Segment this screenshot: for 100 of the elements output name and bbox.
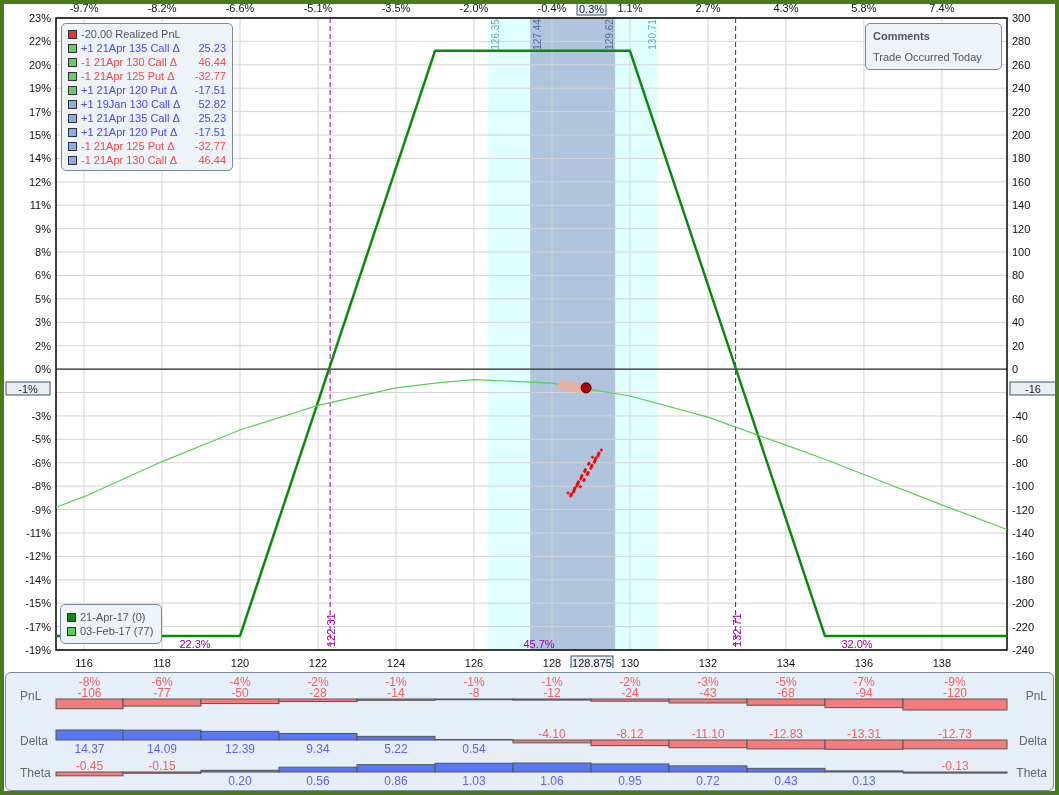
- right-axis-label: -220: [1012, 620, 1035, 633]
- legend-label: +1 21Apr 120 Put Δ: [81, 125, 178, 139]
- top-axis-label: -5.1%: [303, 4, 333, 14]
- left-axis-label: 23%: [28, 12, 51, 24]
- breakeven-label: 122.31: [325, 613, 338, 647]
- left-axis-label: -14%: [25, 573, 51, 586]
- left-axis-label: -3%: [31, 409, 51, 422]
- legend-label: 03-Feb-17 (77): [80, 624, 154, 638]
- left-axis-label: 8%: [35, 246, 51, 259]
- value-label: -0.13: [941, 759, 969, 773]
- x-axis-label: 138: [932, 657, 952, 668]
- left-axis-label: 9%: [35, 222, 51, 235]
- left-axis-label: 5%: [35, 292, 51, 305]
- left-axis-label: -17%: [25, 620, 51, 633]
- row-label: Theta: [1016, 766, 1047, 780]
- value-label: 14.09: [147, 742, 177, 756]
- right-axis-label: 60: [1012, 292, 1025, 305]
- legend-value: 46.44: [198, 55, 226, 69]
- top-axis-label: -6.6%: [225, 4, 255, 14]
- legend-value: 25.23: [198, 111, 226, 125]
- value-label: -77: [153, 686, 171, 700]
- value-label: 0.95: [618, 774, 642, 788]
- value-label: -8: [468, 686, 480, 700]
- percent-label: -6%: [151, 675, 173, 689]
- percent-label: -5%: [775, 675, 797, 689]
- x-axis-label: 126: [464, 657, 484, 668]
- range-label: 127.44: [532, 19, 544, 50]
- x-axis-label: 122: [308, 657, 328, 668]
- right-axis-label: 300: [1012, 12, 1031, 24]
- x-axis-label: 120: [230, 657, 250, 668]
- right-axis-label: 120: [1012, 222, 1031, 235]
- right-axis-label: 140: [1012, 199, 1031, 212]
- right-axis-label: -100: [1012, 480, 1035, 493]
- crosshair-left-value: -1%: [5, 381, 51, 396]
- top-axis-label: 2.7%: [695, 4, 721, 14]
- scatter-points-drawing: [565, 447, 604, 499]
- left-axis-label: 6%: [35, 269, 51, 282]
- x-axis-label: 118: [153, 657, 171, 668]
- legend-label: +1 21Apr 135 Call Δ: [81, 111, 180, 125]
- left-axis-label: 12%: [28, 175, 51, 188]
- right-axis-label: 280: [1012, 35, 1031, 48]
- range-label: 130.71: [646, 19, 658, 50]
- value-label: -24: [621, 686, 639, 700]
- top-axis-label: 5.8%: [851, 4, 877, 14]
- right-axis-label: 80: [1012, 269, 1025, 282]
- value-label: -12.83: [769, 727, 803, 741]
- left-axis-label: -6%: [31, 456, 51, 469]
- right-axis-label: -40: [1012, 409, 1028, 422]
- legend-label: -20.00 Realized PnL: [81, 27, 181, 41]
- right-axis-label: 220: [1012, 105, 1031, 118]
- top-axis-label: -9.7%: [69, 4, 99, 14]
- crosshair-bottom-value: 128.875: [570, 655, 614, 668]
- x-axis-label: 116: [75, 657, 93, 668]
- value-label: 1.03: [462, 774, 486, 788]
- top-axis-label: 1.1%: [617, 4, 643, 14]
- left-axis-label: -5%: [31, 433, 51, 446]
- left-axis-label: 11%: [29, 199, 51, 212]
- value-label: 0.86: [384, 774, 408, 788]
- right-axis-label: -140: [1012, 526, 1035, 539]
- left-axis-label: -19%: [25, 644, 51, 656]
- row-label: PnL: [20, 689, 42, 703]
- legend-value: 25.23: [198, 41, 226, 55]
- right-axis-label: 40: [1012, 316, 1025, 329]
- legend-label: +1 21Apr 135 Call Δ: [81, 41, 180, 55]
- top-axis-label: -0.4%: [537, 4, 567, 14]
- legend-label: -1 21Apr 130 Call Δ: [81, 153, 177, 167]
- value-label: -11.10: [691, 727, 725, 741]
- left-axis-label: 2%: [35, 339, 51, 352]
- x-axis-label: 124: [386, 657, 406, 668]
- left-axis-label: 19%: [28, 82, 51, 95]
- value-label: 0.13: [852, 774, 876, 788]
- value-label: -4.10: [538, 727, 566, 741]
- top-axis-label: -2.0%: [459, 4, 489, 14]
- legend-label: +1 21Apr 120 Put Δ: [81, 83, 178, 97]
- value-label: -8.12: [616, 727, 644, 741]
- x-axis-label: 130: [620, 657, 640, 668]
- legend-value: -32.77: [194, 139, 226, 153]
- value-label: -43: [699, 686, 717, 700]
- percent-label: -1%: [541, 675, 563, 689]
- right-axis-label: -240: [1012, 644, 1035, 656]
- comments-text: Trade Occurred Today: [873, 49, 983, 65]
- value-label: 0.56: [306, 774, 330, 788]
- left-axis-label: 3%: [35, 316, 51, 329]
- crosshair-right-value: -16: [1009, 381, 1055, 396]
- right-axis-label: 0: [1012, 363, 1019, 376]
- percent-label: -3%: [697, 675, 719, 689]
- legend-value: -17.51: [194, 125, 226, 139]
- value-label: -0.45: [75, 759, 104, 773]
- left-axis-label: -9%: [31, 503, 51, 516]
- legend-value: -17.51: [194, 83, 226, 97]
- left-axis-label: -15%: [25, 597, 51, 610]
- right-axis-label: -160: [1012, 550, 1035, 563]
- value-label: -106: [77, 686, 102, 700]
- percent-label: -2%: [307, 675, 329, 689]
- top-axis-label: -3.5%: [381, 4, 411, 14]
- left-axis-label: 17%: [28, 105, 51, 118]
- value-label: 0.20: [228, 774, 252, 788]
- right-axis-label: -80: [1012, 456, 1028, 469]
- value-label: -13.31: [847, 727, 881, 741]
- percent-label: -2%: [619, 675, 641, 689]
